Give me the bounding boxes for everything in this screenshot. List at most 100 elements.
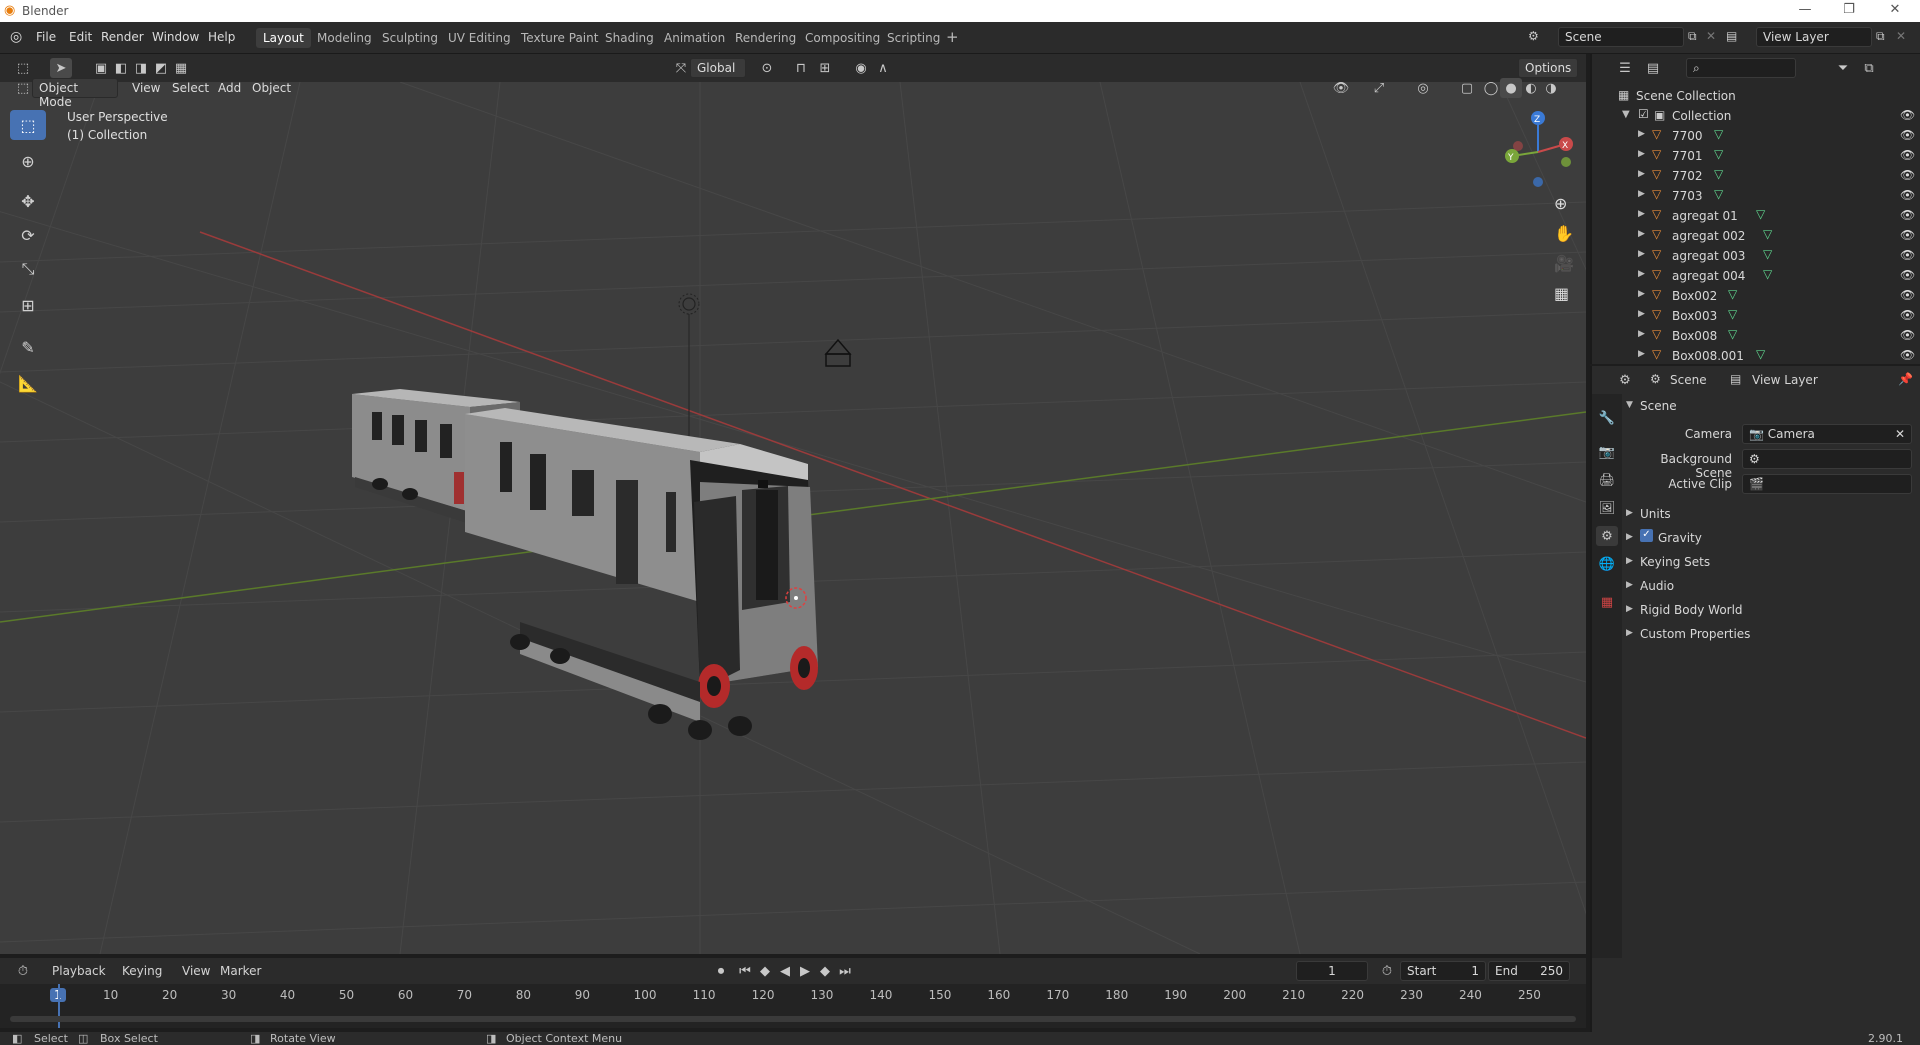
eye-icon[interactable]: 👁 (1900, 308, 1915, 322)
outliner-item[interactable]: ▶ ▽ agregat 002 ▽ 👁 (1592, 226, 1920, 246)
jump-start-icon[interactable]: ⏮ (734, 961, 756, 981)
expand-icon[interactable]: ▶ (1638, 349, 1645, 359)
eye-icon[interactable]: 👁 (1900, 248, 1915, 262)
transform-tool-icon[interactable]: ⊞ (10, 290, 46, 320)
select-box-tool-icon[interactable]: ⬚ (10, 110, 46, 140)
prev-keyframe-icon[interactable]: ◆ (754, 961, 776, 981)
zoom-icon[interactable]: ⊕ (1554, 194, 1567, 213)
tab-animation[interactable]: Animation (657, 28, 732, 48)
outliner-display-mode-icon[interactable]: ▤ (1642, 58, 1664, 78)
outliner-item[interactable]: ▶ ▽ Box008.001 ▽ 👁 (1592, 346, 1920, 366)
snap-increment-icon[interactable]: ⊞ (814, 58, 836, 78)
properties-scene-tab[interactable]: Scene (1670, 373, 1707, 387)
outliner-item[interactable]: ▶ ▽ 7703 ▽ 👁 (1592, 186, 1920, 206)
viewport-canvas[interactable]: Z X Y (0, 82, 1586, 954)
tab-shading[interactable]: Shading (598, 28, 661, 48)
eye-icon[interactable]: 👁 (1900, 128, 1915, 142)
tab-rendering[interactable]: Rendering (728, 28, 803, 48)
eye-icon[interactable]: 👁 (1900, 268, 1915, 282)
camera-object[interactable] (824, 338, 852, 367)
outliner-item[interactable]: ▶ ▽ 7700 ▽ 👁 (1592, 126, 1920, 146)
minimize-icon[interactable]: — (1790, 2, 1820, 20)
outliner-item[interactable]: ▶ ▽ agregat 004 ▽ 👁 (1592, 266, 1920, 286)
clear-camera-icon[interactable]: ✕ (1895, 427, 1905, 441)
camera-field[interactable]: 📷 Camera ✕ (1742, 424, 1912, 444)
view-layer-field[interactable]: View Layer (1756, 27, 1872, 47)
tool-props-icon[interactable]: 🔧 (1596, 408, 1618, 428)
panel-custom-properties[interactable]: ▶ Custom Properties (1622, 624, 1912, 646)
menu-window[interactable]: Window (152, 30, 199, 44)
select-mode-intersect-icon[interactable]: ▦ (170, 58, 192, 78)
timeline-menu-view[interactable]: View (182, 964, 210, 978)
panel-audio[interactable]: ▶ Audio (1622, 576, 1912, 598)
annotate-tool-icon[interactable]: ✎ (10, 332, 46, 362)
outliner-item[interactable]: ▶ ▽ agregat 01 ▽ 👁 (1592, 206, 1920, 226)
tab-compositing[interactable]: Compositing (798, 28, 887, 48)
viewport-menu-view[interactable]: View (132, 81, 160, 95)
viewport-menu-object[interactable]: Object (252, 81, 291, 95)
eye-icon[interactable]: 👁 (1900, 108, 1915, 122)
eye-icon[interactable]: 👁 (1900, 328, 1915, 342)
grid-view-icon[interactable]: ▦ (1554, 284, 1569, 303)
object-mode-select[interactable]: Object Mode (32, 78, 118, 109)
shading-material-icon[interactable]: ◐ (1520, 78, 1542, 98)
outliner-item[interactable]: ▶ ▽ Box002 ▽ 👁 (1592, 286, 1920, 306)
gizmo-toggle-icon[interactable]: ⤢ (1368, 78, 1390, 98)
timeline-scrollbar[interactable] (10, 1016, 1576, 1022)
filter-icon[interactable]: ⏷ (1832, 58, 1854, 78)
outliner-item[interactable]: ▶ ▽ Box003 ▽ 👁 (1592, 306, 1920, 326)
outliner-collection[interactable]: ▼ ☑ ▣ Collection 👁 (1592, 106, 1920, 126)
outliner-scene-collection[interactable]: ▦ Scene Collection (1592, 86, 1920, 106)
end-frame-field[interactable]: End 250 (1488, 961, 1570, 981)
gravity-checkbox[interactable]: ✓ (1640, 529, 1653, 542)
shading-rendered-icon[interactable]: ◑ (1540, 78, 1562, 98)
pan-hand-icon[interactable]: ✋ (1554, 224, 1574, 243)
tab-sculpting[interactable]: Sculpting (375, 28, 445, 48)
view-layer-props-icon[interactable]: 🖼 (1596, 498, 1618, 518)
world-props-icon[interactable]: 🌐 (1596, 554, 1618, 574)
timeline-menu-keying[interactable]: Keying (122, 964, 162, 978)
view-layer-icon[interactable]: ▤ (1726, 29, 1737, 43)
expand-icon[interactable]: ▶ (1638, 309, 1645, 319)
rotate-tool-icon[interactable]: ⟳ (10, 220, 46, 250)
snap-icon[interactable]: ⊓ (790, 58, 812, 78)
timeline[interactable]: 1102030405060708090100110120130140150160… (0, 984, 1586, 1028)
eye-icon[interactable]: 👁 (1900, 348, 1915, 362)
jump-end-icon[interactable]: ⏭ (834, 961, 856, 981)
current-frame-field[interactable]: 1 (1296, 961, 1368, 981)
record-icon[interactable]: ⏺ (710, 961, 732, 981)
expand-icon[interactable]: ▶ (1638, 229, 1645, 239)
add-workspace-icon[interactable]: + (946, 28, 959, 46)
shading-wireframe-icon[interactable]: ◯ (1480, 78, 1502, 98)
blender-menu-icon[interactable]: ◎ (10, 29, 22, 45)
eye-icon[interactable]: 👁 (1900, 208, 1915, 222)
render-props-icon[interactable]: 📷 (1596, 442, 1618, 462)
new-scene-icon[interactable]: ⧉ (1688, 29, 1697, 44)
eye-icon[interactable]: 👁 (1900, 228, 1915, 242)
select-mode-invert-icon[interactable]: ◩ (150, 58, 172, 78)
eye-icon[interactable]: 👁 (1900, 168, 1915, 182)
select-tool-icon[interactable]: ➤ (50, 58, 72, 78)
close-icon[interactable]: ✕ (1880, 2, 1910, 20)
outliner-item[interactable]: ▶ ▽ Box008 ▽ 👁 (1592, 326, 1920, 346)
properties-view-layer-tab[interactable]: View Layer (1752, 373, 1818, 387)
menu-edit[interactable]: Edit (69, 30, 92, 44)
outliner-item[interactable]: ▶ ▽ 7702 ▽ 👁 (1592, 166, 1920, 186)
scene-field[interactable]: Scene (1558, 27, 1684, 47)
expand-icon[interactable]: ▶ (1638, 129, 1645, 139)
transform-orientation-select[interactable]: Global (690, 58, 746, 78)
delete-view-layer-icon[interactable]: ✕ (1896, 29, 1906, 43)
viewport-menu-select[interactable]: Select (172, 81, 209, 95)
expand-icon[interactable]: ▶ (1638, 189, 1645, 199)
outliner-item[interactable]: ▶ ▽ 7701 ▽ 👁 (1592, 146, 1920, 166)
expand-icon[interactable]: ▶ (1638, 329, 1645, 339)
new-collection-icon[interactable]: ⧉ (1858, 58, 1880, 78)
play-reverse-icon[interactable]: ◀ (774, 961, 796, 981)
cursor-tool-icon[interactable]: ⊕ (10, 146, 46, 176)
expand-icon[interactable]: ▶ (1638, 149, 1645, 159)
expand-icon[interactable]: ▶ (1638, 249, 1645, 259)
delete-scene-icon[interactable]: ✕ (1706, 29, 1716, 43)
select-mode-new-icon[interactable]: ▣ (90, 58, 112, 78)
tab-modeling[interactable]: Modeling (310, 28, 379, 48)
tab-uv-editing[interactable]: UV Editing (441, 28, 518, 48)
